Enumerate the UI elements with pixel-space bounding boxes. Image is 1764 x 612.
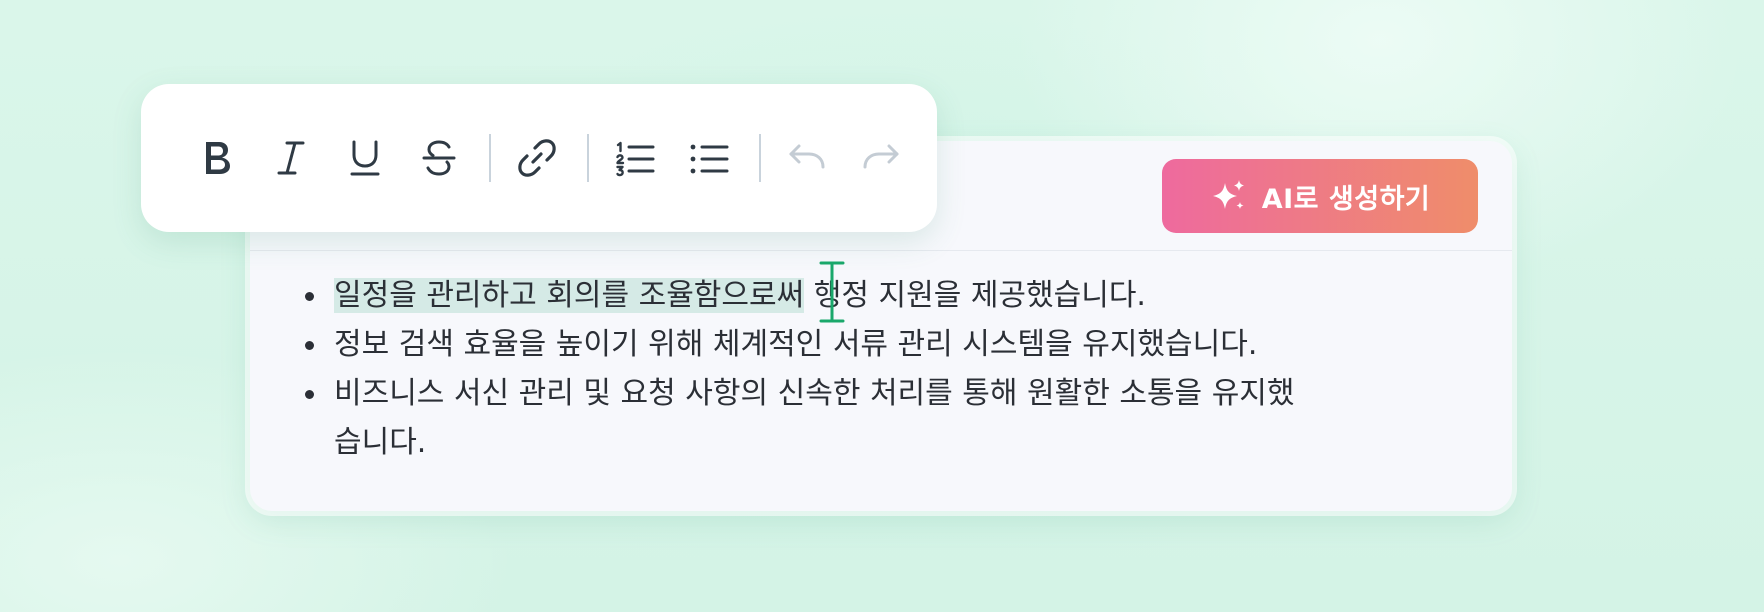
list-item-text: 행정 지원을 제공했습니다. xyxy=(804,278,1146,313)
bullet-list-button[interactable] xyxy=(681,130,737,186)
editor-content[interactable]: 일정을 관리하고 회의를 조율함으로써 행정 지원을 제공했습니다. 정보 검색… xyxy=(292,261,1452,467)
selected-text: 일정을 관리하고 회의를 조율함으로써 xyxy=(334,278,805,313)
ordered-list-button[interactable] xyxy=(607,130,663,186)
bullet-list-icon xyxy=(690,144,729,174)
toolbar-divider xyxy=(587,134,589,182)
list-item-text: 정보 검색 효율을 높이기 위해 체계적인 서류 관리 시스템을 유지했습니다. xyxy=(334,327,1258,362)
list-item-text: 비즈니스 서신 관리 및 요청 사항의 신속한 처리를 통해 원활한 소통을 유… xyxy=(334,376,1295,411)
toolbar-divider xyxy=(759,134,761,182)
sparkle-icon xyxy=(1210,177,1248,215)
bullet-dot xyxy=(305,390,314,399)
redo-icon xyxy=(863,144,899,169)
list-item: 비즈니스 서신 관리 및 요청 사항의 신속한 처리를 통해 원활한 소통을 유… xyxy=(292,369,1452,467)
undo-icon xyxy=(789,144,825,169)
list-item: 정보 검색 효율을 높이기 위해 체계적인 서류 관리 시스템을 유지했습니다. xyxy=(292,320,1452,369)
toolbar-divider xyxy=(489,134,491,182)
underline-button[interactable] xyxy=(337,130,393,186)
bullet-list: 일정을 관리하고 회의를 조율함으로써 행정 지원을 제공했습니다. 정보 검색… xyxy=(292,261,1452,467)
italic-button[interactable] xyxy=(263,130,319,186)
ordered-list-icon xyxy=(616,141,655,177)
undo-button[interactable] xyxy=(779,130,835,186)
ai-generate-label: AI로 생성하기 xyxy=(1261,183,1431,215)
underline-icon xyxy=(350,140,380,176)
list-item: 일정을 관리하고 회의를 조율함으로써 행정 지원을 제공했습니다. xyxy=(292,261,1452,323)
strikethrough-icon xyxy=(422,140,456,176)
formatting-toolbar xyxy=(141,84,937,232)
text-cursor-icon xyxy=(819,261,845,323)
bold-icon xyxy=(206,142,230,174)
italic-icon xyxy=(277,141,305,175)
link-button[interactable] xyxy=(509,130,565,186)
link-icon xyxy=(518,139,556,177)
bullet-dot xyxy=(305,292,314,301)
strikethrough-button[interactable] xyxy=(411,130,467,186)
bullet-dot xyxy=(305,341,314,350)
bold-button[interactable] xyxy=(189,130,245,186)
redo-button[interactable] xyxy=(853,130,909,186)
ai-generate-button[interactable]: AI로 생성하기 xyxy=(1162,159,1478,233)
list-item-text-continued: 습니다. xyxy=(334,425,427,460)
